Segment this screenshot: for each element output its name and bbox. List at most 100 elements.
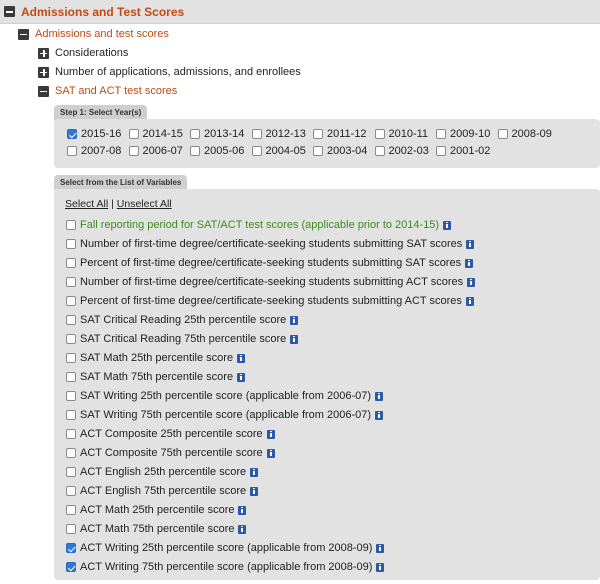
variable-label[interactable]: Number of first-time degree/certificate-… [80, 276, 463, 288]
expand-icon[interactable] [38, 66, 49, 78]
variable-label[interactable]: ACT Writing 75th percentile score (appli… [80, 561, 372, 573]
info-icon[interactable] [266, 429, 275, 439]
year-label[interactable]: 2002-03 [389, 145, 429, 157]
year-checkbox[interactable] [190, 146, 200, 156]
info-icon[interactable] [250, 467, 259, 477]
info-icon[interactable] [375, 391, 384, 401]
variable-checkbox[interactable] [66, 543, 76, 553]
collapse-icon[interactable] [38, 85, 49, 97]
collapse-icon[interactable] [4, 6, 15, 17]
year-label[interactable]: 2006-07 [143, 145, 183, 157]
variable-option[interactable]: ACT English 25th percentile score [66, 465, 259, 479]
variable-option[interactable]: SAT Writing 25th percentile score (appli… [66, 389, 384, 403]
variable-checkbox[interactable] [66, 410, 76, 420]
info-icon[interactable] [250, 486, 259, 496]
unselect-all-link[interactable]: Unselect All [117, 198, 172, 210]
variable-option[interactable]: SAT Critical Reading 75th percentile sco… [66, 332, 299, 346]
year-label[interactable]: 2008-09 [512, 128, 552, 140]
year-checkbox[interactable] [313, 146, 323, 156]
variable-option[interactable]: ACT Math 25th percentile score [66, 503, 247, 517]
variable-checkbox[interactable] [66, 315, 76, 325]
variable-checkbox[interactable] [66, 353, 76, 363]
variable-checkbox[interactable] [66, 429, 76, 439]
year-label[interactable]: 2004-05 [266, 145, 306, 157]
year-option[interactable]: 2005-06 [190, 144, 244, 158]
variable-checkbox[interactable] [66, 391, 76, 401]
year-option[interactable]: 2004-05 [251, 144, 306, 158]
year-label[interactable]: 2015-16 [81, 128, 121, 140]
variable-option[interactable]: SAT Math 75th percentile score [66, 370, 246, 384]
variable-checkbox[interactable] [66, 220, 76, 230]
variable-checkbox[interactable] [66, 296, 76, 306]
variable-option[interactable]: ACT Writing 25th percentile score (appli… [66, 541, 385, 555]
variable-checkbox[interactable] [66, 505, 76, 515]
year-label[interactable]: 2007-08 [81, 145, 121, 157]
year-option[interactable]: 2006-07 [128, 144, 183, 158]
year-checkbox[interactable] [313, 129, 323, 139]
year-checkbox[interactable] [67, 129, 77, 139]
variable-label[interactable]: ACT Math 75th percentile score [80, 523, 234, 535]
year-label[interactable]: 2001-02 [450, 145, 490, 157]
variable-option[interactable]: ACT English 75th percentile score [66, 484, 259, 498]
variable-option[interactable]: ACT Writing 75th percentile score (appli… [66, 560, 385, 574]
info-icon[interactable] [290, 315, 299, 325]
collapse-icon[interactable] [18, 28, 29, 40]
tree-node-sat-act[interactable]: SAT and ACT test scores [38, 83, 177, 99]
year-checkbox[interactable] [251, 129, 262, 139]
info-icon[interactable] [443, 220, 452, 230]
variable-option[interactable]: SAT Math 25th percentile score [66, 351, 246, 365]
variable-option[interactable]: Percent of first-time degree/certificate… [66, 256, 474, 270]
variable-label[interactable]: Percent of first-time degree/certificate… [80, 257, 461, 269]
year-checkbox[interactable] [190, 129, 200, 139]
year-label[interactable]: 2012-13 [266, 128, 306, 140]
year-checkbox[interactable] [374, 146, 385, 156]
variable-label[interactable]: ACT Composite 25th percentile score [80, 428, 263, 440]
variable-checkbox[interactable] [66, 467, 76, 477]
tree-node-label[interactable]: Admissions and test scores [35, 28, 169, 40]
info-icon[interactable] [466, 239, 475, 249]
year-option[interactable]: 2001-02 [436, 144, 490, 158]
tree-node-label[interactable]: Considerations [55, 47, 128, 59]
variable-label[interactable]: SAT Critical Reading 25th percentile sco… [80, 314, 286, 326]
variable-checkbox[interactable] [66, 334, 76, 344]
year-label[interactable]: 2011-12 [327, 128, 367, 140]
year-option[interactable]: 2007-08 [67, 144, 121, 158]
tree-node-considerations[interactable]: Considerations [38, 45, 128, 61]
year-option[interactable]: 2003-04 [313, 144, 367, 158]
tree-node-admissions[interactable]: Admissions and test scores [18, 26, 169, 42]
year-option[interactable]: 2013-14 [190, 127, 244, 141]
variable-option[interactable]: ACT Composite 75th percentile score [66, 446, 275, 460]
select-all-link[interactable]: Select All [65, 198, 108, 210]
year-option[interactable]: 2011-12 [313, 127, 367, 141]
variable-option[interactable]: Percent of first-time degree/certificate… [66, 294, 474, 308]
variable-checkbox[interactable] [66, 277, 76, 287]
year-checkbox[interactable] [436, 129, 446, 139]
variable-label[interactable]: SAT Writing 25th percentile score (appli… [80, 390, 371, 402]
variable-label[interactable]: ACT English 75th percentile score [80, 485, 246, 497]
variable-option[interactable]: Number of first-time degree/certificate-… [66, 237, 475, 251]
variable-checkbox[interactable] [66, 562, 76, 572]
year-checkbox[interactable] [128, 129, 139, 139]
variable-label[interactable]: SAT Critical Reading 75th percentile sco… [80, 333, 286, 345]
year-option[interactable]: 2009-10 [436, 127, 490, 141]
variable-option[interactable]: ACT Math 75th percentile score [66, 522, 247, 536]
variable-label[interactable]: Percent of first-time degree/certificate… [80, 295, 462, 307]
variable-label[interactable]: SAT Writing 75th percentile score (appli… [80, 409, 371, 421]
variable-checkbox[interactable] [66, 372, 76, 382]
info-icon[interactable] [376, 543, 385, 553]
variable-option[interactable]: SAT Critical Reading 25th percentile sco… [66, 313, 299, 327]
year-checkbox[interactable] [436, 146, 446, 156]
year-checkbox[interactable] [497, 129, 508, 139]
year-label[interactable]: 2005-06 [204, 145, 244, 157]
info-icon[interactable] [237, 353, 246, 363]
variable-checkbox[interactable] [66, 258, 76, 268]
variable-checkbox[interactable] [66, 486, 76, 496]
year-option[interactable]: 2014-15 [128, 127, 183, 141]
year-label[interactable]: 2014-15 [143, 128, 183, 140]
year-checkbox[interactable] [67, 146, 77, 156]
variable-option[interactable]: Fall reporting period for SAT/ACT test s… [66, 218, 452, 232]
variable-label[interactable]: Fall reporting period for SAT/ACT test s… [80, 219, 439, 231]
year-label[interactable]: 2010-11 [389, 128, 429, 140]
info-icon[interactable] [266, 448, 275, 458]
variable-label[interactable]: ACT Composite 75th percentile score [80, 447, 263, 459]
